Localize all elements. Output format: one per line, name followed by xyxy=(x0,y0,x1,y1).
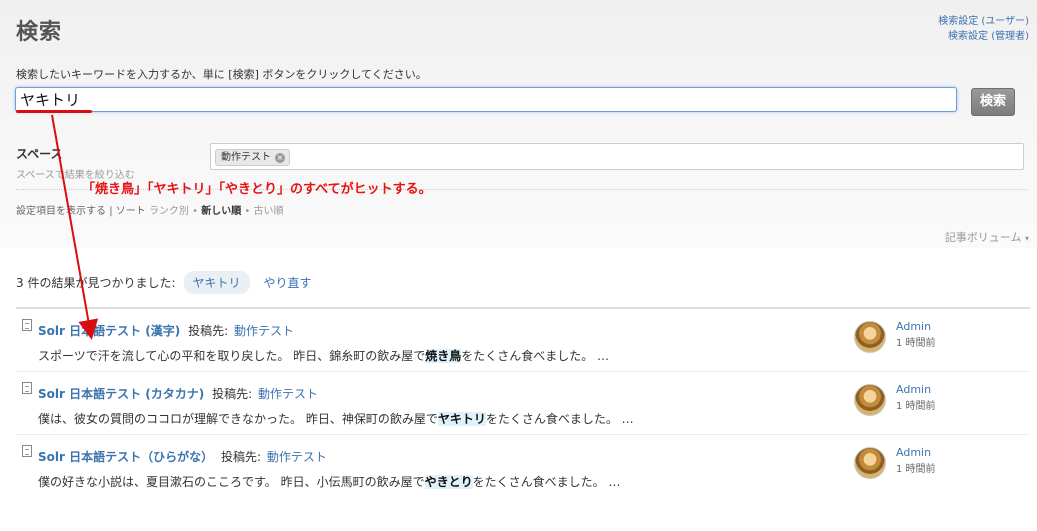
result-title-link[interactable]: Solr 日本語テスト（ひらがな） xyxy=(38,450,213,464)
result-space-link[interactable]: 動作テスト xyxy=(234,324,294,338)
result-time: 1 時間前 xyxy=(896,401,936,412)
search-highlight: 焼き鳥 xyxy=(425,349,462,363)
result-title-row: Solr 日本語テスト (漢字) 投稿先: 動作テスト xyxy=(38,324,294,338)
show-settings-link[interactable]: 設定項目を表示する xyxy=(16,206,106,217)
search-highlight: ヤキトリ xyxy=(437,412,486,426)
article-volume-label: 記事ボリューム xyxy=(944,231,1022,244)
search-highlight: やきとり xyxy=(424,475,473,489)
avatar[interactable] xyxy=(854,384,886,416)
query-pill[interactable]: ヤキトリ xyxy=(183,270,250,294)
result-title-link[interactable]: Solr 日本語テスト (カタカナ) xyxy=(38,387,204,401)
result-time: 1 時間前 xyxy=(896,338,936,349)
annotation-underline xyxy=(16,110,92,113)
page-icon xyxy=(22,319,32,331)
chevron-down-icon: ▾ xyxy=(1024,234,1029,243)
chip-remove-icon[interactable]: × xyxy=(275,153,285,163)
result-excerpt: スポーツで汗を流して心の平和を取り戻した。 昨日、錦糸町の飲み屋で焼き鳥をたくさ… xyxy=(38,349,610,363)
annotation-text: 「焼き鳥」「ヤキトリ」「やきとり」のすべてがヒットする。 xyxy=(82,182,432,197)
result-item: Solr 日本語テスト（ひらがな） 投稿先: 動作テスト 僕の好きな小説は、夏目… xyxy=(16,435,1030,498)
result-space-link[interactable]: 動作テスト xyxy=(267,450,327,464)
result-space-link[interactable]: 動作テスト xyxy=(258,387,318,401)
results-count: 3 件の結果が見つかりました: xyxy=(16,275,176,290)
retry-link[interactable]: やり直す xyxy=(264,274,312,291)
result-excerpt: 僕は、彼女の質問のココロが理解できなかった。 昨日、神保町の飲み屋でヤキトリをた… xyxy=(38,412,634,426)
author-link[interactable]: Admin xyxy=(896,320,931,333)
sort-label: ソート xyxy=(115,206,146,217)
result-excerpt: 僕の好きな小説は、夏目漱石のこころです。 昨日、小伝馬町の飲み屋でやきとりをたく… xyxy=(38,475,621,489)
space-chip-label: 動作テスト xyxy=(221,152,271,163)
page-title: 検索 xyxy=(16,20,63,45)
page-icon xyxy=(22,382,32,394)
search-input[interactable] xyxy=(15,87,957,112)
result-title-row: Solr 日本語テスト（ひらがな） 投稿先: 動作テスト xyxy=(38,450,327,464)
sort-rank-link[interactable]: ランク別 xyxy=(149,206,189,217)
search-settings-admin-link[interactable]: 検索設定 (管理者) xyxy=(938,29,1029,44)
article-volume-toggle[interactable]: 記事ボリューム ▾ xyxy=(945,229,1029,245)
space-filter-label: スペース xyxy=(16,147,63,161)
search-instructions: 検索したいキーワードを入力するか、単に [検索] ボタンをクリックしてください。 xyxy=(16,68,427,81)
search-settings-user-link[interactable]: 検索設定 (ユーザー) xyxy=(938,14,1029,29)
avatar[interactable] xyxy=(854,321,886,353)
results-summary: 3 件の結果が見つかりました: ヤキトリ やり直す xyxy=(16,270,312,294)
result-title-row: Solr 日本語テスト (カタカナ) 投稿先: 動作テスト xyxy=(38,387,318,401)
page-icon xyxy=(22,445,32,457)
space-chip: 動作テスト × xyxy=(215,149,290,166)
sort-newest-link[interactable]: 新しい順 xyxy=(201,206,241,217)
author-link[interactable]: Admin xyxy=(896,383,931,396)
search-button[interactable]: 検索 xyxy=(971,88,1015,116)
result-item: Solr 日本語テスト (カタカナ) 投稿先: 動作テスト 僕は、彼女の質問のコ… xyxy=(16,372,1030,435)
settings-links: 検索設定 (ユーザー) 検索設定 (管理者) xyxy=(938,14,1029,44)
author-link[interactable]: Admin xyxy=(896,446,931,459)
space-filter-input[interactable]: 動作テスト × xyxy=(210,143,1024,170)
sort-oldest-link[interactable]: 古い順 xyxy=(254,206,284,217)
sort-options: 設定項目を表示する | ソート ランク別 • 新しい順 • 古い順 xyxy=(16,206,284,217)
result-item: Solr 日本語テスト (漢字) 投稿先: 動作テスト スポーツで汗を流して心の… xyxy=(16,309,1030,372)
avatar[interactable] xyxy=(854,447,886,479)
result-time: 1 時間前 xyxy=(896,464,936,475)
result-title-link[interactable]: Solr 日本語テスト (漢字) xyxy=(38,324,180,338)
